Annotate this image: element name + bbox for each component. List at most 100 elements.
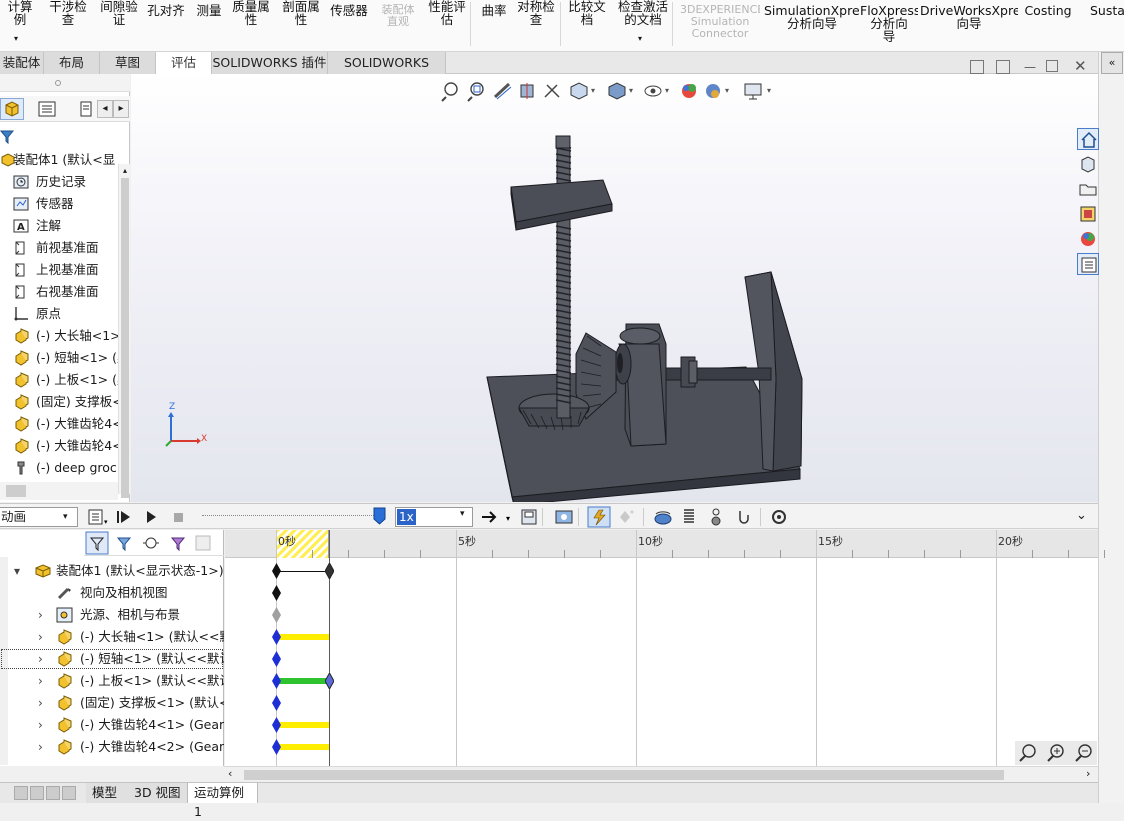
key-point-icon[interactable]	[272, 585, 281, 601]
ribbon-dropdown-icon[interactable]: ▾	[638, 34, 642, 43]
zoom-out-timeline-icon[interactable]	[1075, 744, 1092, 762]
maximize-icon[interactable]	[1046, 60, 1058, 72]
motion-tree-row[interactable]: › (固定) 支撑板<1> (默认<	[0, 692, 224, 714]
motion-tree-row[interactable]: › (-) 上板<1> (默认<<默认	[0, 670, 224, 692]
model-render[interactable]	[131, 74, 1098, 502]
feature-manager-tab[interactable]	[0, 98, 24, 120]
filter-icon[interactable]	[0, 126, 16, 146]
scroll-up-icon[interactable]: ▴	[120, 166, 130, 178]
motion-tree-row[interactable]: › 光源、相机与布景	[0, 604, 224, 626]
ribbon-dropdown-icon[interactable]: ▾	[14, 34, 18, 43]
filter-animated-icon[interactable]	[85, 531, 109, 555]
ribbon-button-0[interactable]: 计算 例	[0, 0, 40, 50]
spring-icon[interactable]	[684, 509, 694, 523]
key-point-icon[interactable]	[324, 671, 335, 691]
graphics-viewport[interactable]: ▾ ▾ ▾ ▾ ▾ Z X	[131, 74, 1098, 502]
collapse-motion-manager-icon[interactable]: ⌄	[1076, 508, 1087, 523]
play-from-start-icon[interactable]	[117, 511, 130, 523]
expand-icon[interactable]: ›	[38, 670, 43, 692]
tree-item[interactable]: 前视基准面	[0, 237, 118, 259]
ribbon-button-6[interactable]: 剖面属 性	[276, 0, 326, 50]
tree-item[interactable]: (-) deep groc	[0, 457, 118, 479]
key-point-icon[interactable]	[272, 629, 281, 645]
view-palette-icon[interactable]	[1077, 203, 1099, 225]
key-point-icon[interactable]	[272, 717, 281, 733]
tab-1[interactable]: 布局	[44, 52, 100, 74]
tree-item[interactable]: 右视基准面	[0, 281, 118, 303]
ribbon-button-14[interactable]: 3DEXPERIENCE Simulation Connector	[680, 4, 760, 54]
tree-item[interactable]: (-) 短轴<1> (默	[0, 347, 118, 369]
playback-speed-select[interactable]: 1x ▾	[395, 507, 473, 527]
study-type-select[interactable]: 动画 ▾	[0, 507, 78, 527]
expand-icon[interactable]: ›	[38, 692, 43, 714]
autokey-icon[interactable]	[587, 506, 611, 528]
ribbon-button-18[interactable]: Costing	[1024, 4, 1072, 54]
gravity-icon[interactable]	[739, 511, 749, 524]
motion-study-properties-icon[interactable]	[772, 510, 786, 524]
ribbon-button-9[interactable]: 性能评 估	[424, 0, 470, 50]
last-tab-icon[interactable]	[62, 786, 76, 800]
key-point-icon[interactable]	[272, 607, 281, 623]
expand-icon[interactable]: ›	[38, 604, 43, 626]
timeline-hscrollbar[interactable]: ‹ ›	[224, 766, 1098, 782]
key-point-icon[interactable]	[272, 739, 281, 755]
play-icon[interactable]	[147, 511, 156, 523]
ribbon-button-3[interactable]: 孔对齐	[144, 4, 188, 54]
panel-grip[interactable]	[0, 74, 130, 92]
playback-slider-track[interactable]	[202, 515, 380, 518]
tree-item[interactable]: A 注解	[0, 215, 118, 237]
ribbon-button-2[interactable]: 间隙验 证	[94, 0, 144, 50]
tree-item[interactable]: 原点	[0, 303, 118, 325]
key-point-icon[interactable]	[272, 695, 281, 711]
tree-hscrollbar[interactable]	[0, 482, 118, 500]
tree-item[interactable]: 传感器	[0, 193, 118, 215]
stop-icon[interactable]	[174, 513, 183, 522]
expand-icon[interactable]: ▾	[14, 560, 20, 582]
ribbon-button-8[interactable]: 装配体 直观	[374, 4, 422, 54]
ribbon-button-16[interactable]: FloXpress 分析向 导	[860, 4, 918, 54]
ribbon-button-17[interactable]: DriveWorksXpress 向导	[920, 4, 1018, 54]
bottom-tab-2[interactable]: 运动算例 1	[188, 783, 258, 819]
contact-icon[interactable]	[711, 508, 721, 526]
scroll-left-icon[interactable]: ‹	[228, 767, 232, 780]
next-tab-icon[interactable]	[46, 786, 60, 800]
zoom-to-fit-timeline-icon[interactable]	[1019, 744, 1036, 762]
tab-5[interactable]: SOLIDWORKS MBD	[328, 52, 446, 91]
configuration-manager-tab[interactable]	[78, 100, 96, 118]
bottom-tab-1[interactable]: 3D 视图	[128, 783, 188, 803]
ribbon-button-12[interactable]: 比较文 档	[562, 0, 612, 50]
ribbon-button-13[interactable]: 检查激活 的文档	[612, 0, 674, 50]
tree-scrollbar[interactable]: ▴	[118, 164, 130, 498]
scroll-right-icon[interactable]: ›	[1086, 767, 1090, 780]
next-window-icon[interactable]	[996, 60, 1010, 74]
ribbon-button-11[interactable]: 对称检 查	[512, 0, 560, 50]
motion-tree-row[interactable]: › (-) 大锥齿轮4<1> (GearT	[0, 714, 224, 736]
custom-properties-icon[interactable]	[1077, 253, 1099, 275]
animation-wizard-icon[interactable]	[555, 510, 573, 524]
ribbon-button-10[interactable]: 曲率	[476, 4, 512, 54]
filter-selected-icon[interactable]	[143, 537, 159, 549]
tab-0[interactable]: 装配体	[0, 52, 44, 74]
calculate-icon[interactable]	[88, 509, 103, 525]
expand-icon[interactable]: ›	[38, 736, 43, 758]
tree-item[interactable]: (-) 大锥齿轮4<	[0, 435, 118, 457]
motor-icon[interactable]	[654, 511, 672, 525]
hscroll-thumb[interactable]	[6, 485, 26, 497]
playback-mode-icon[interactable]	[482, 511, 497, 523]
add-key-icon[interactable]	[620, 510, 634, 523]
tree-item[interactable]: 历史记录	[0, 171, 118, 193]
tree-item[interactable]: (-) 大锥齿轮4<	[0, 413, 118, 435]
filter-driving-icon[interactable]	[116, 537, 132, 552]
key-point-icon[interactable]	[272, 563, 281, 579]
design-library-icon[interactable]	[1077, 153, 1099, 175]
ribbon-button-4[interactable]: 测量	[192, 4, 226, 54]
tree-item[interactable]: (-) 大长轴<1>	[0, 325, 118, 347]
bottom-tab-0[interactable]: 模型	[86, 783, 130, 803]
zoom-in-timeline-icon[interactable]	[1047, 744, 1064, 762]
minimize-icon[interactable]: —	[1024, 60, 1036, 74]
property-manager-tab[interactable]	[36, 100, 58, 118]
file-explorer-icon[interactable]	[1077, 178, 1099, 200]
save-animation-icon[interactable]	[521, 509, 537, 525]
motion-tree-row[interactable]: › (-) 大锥齿轮4<2> (GearT	[0, 736, 224, 758]
tree-item[interactable]: 上视基准面	[0, 259, 118, 281]
